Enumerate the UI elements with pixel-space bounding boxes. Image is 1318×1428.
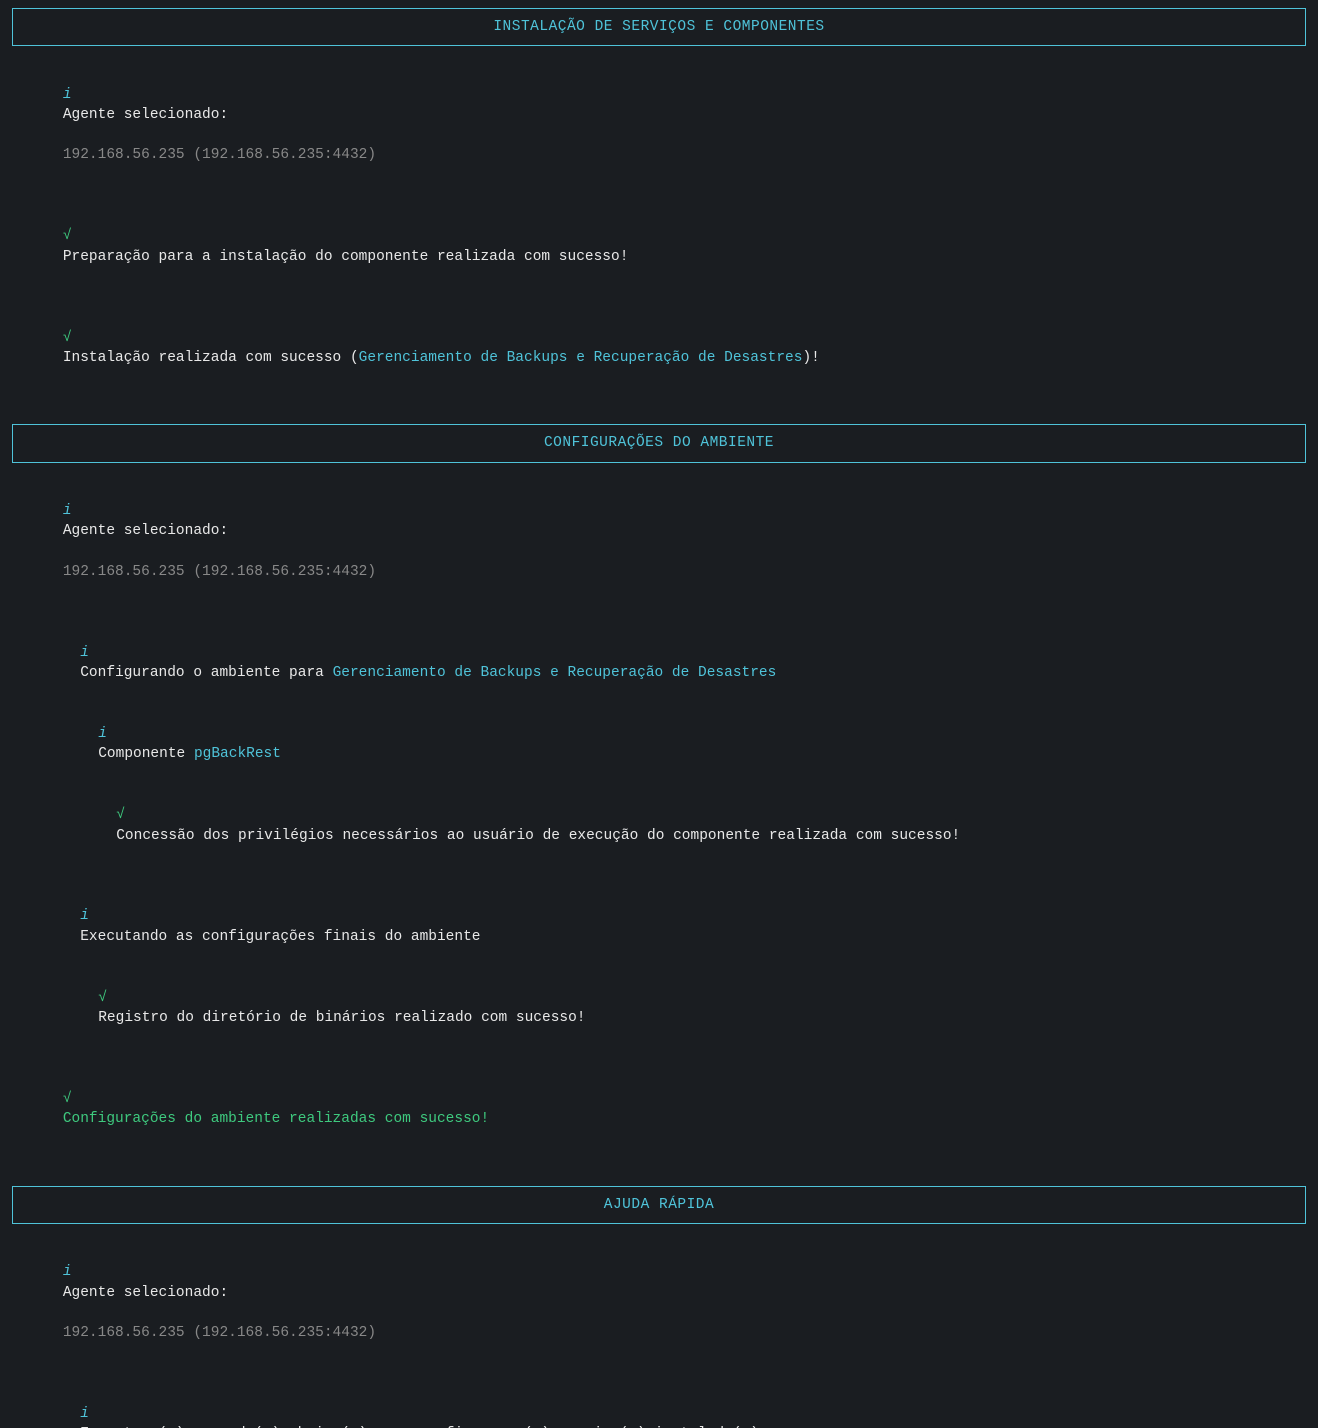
help-content: i Agente selecionado: 192.168.56.235 (19… [0,1232,1318,1428]
registry-success-text: Registro do diretório de binários realiz… [98,1010,585,1026]
info-icon: i [80,1406,89,1422]
execute-group: i Execute o(s) comando(s) abaixo(s) para… [28,1384,1306,1428]
install-success-suffix: )! [802,350,819,366]
section-header-install: INSTALAÇÃO DE SERVIÇOS E COMPONENTES [12,8,1306,46]
agent-label: Agente selecionado: [63,1285,228,1301]
section-title-help: AJUDA RÁPIDA [604,1197,714,1213]
check-icon: √ [63,330,72,346]
agent-value: 192.168.56.235 (192.168.56.235:4432) [63,564,376,580]
section-header-help: AJUDA RÁPIDA [12,1186,1306,1224]
install-success-line: √ Instalação realizada com sucesso (Gere… [28,307,1306,388]
config-success-text: Configurações do ambiente realizadas com… [63,1111,489,1127]
configuring-line: i Configurando o ambiente para Gerenciam… [28,623,1306,704]
agent-label: Agente selecionado: [63,107,228,123]
config-content: i Agente selecionado: 192.168.56.235 (19… [0,471,1318,1178]
config-success-line: √ Configurações do ambiente realizadas c… [28,1068,1306,1149]
registry-line: √ Registro do diretório de binários real… [28,967,1306,1048]
configuring-component: Gerenciamento de Backups e Recuperação d… [333,665,777,681]
install-component-name: Gerenciamento de Backups e Recuperação d… [359,350,803,366]
agent-line: i Agente selecionado: 192.168.56.235 (19… [28,1242,1306,1364]
executing-final-text: Executando as configurações finais do am… [80,929,480,945]
check-icon: √ [98,990,107,1006]
privilege-success-text: Concessão dos privilégios necessários ao… [116,828,960,844]
check-icon: √ [116,807,125,823]
agent-line: i Agente selecionado: 192.168.56.235 (19… [28,64,1306,186]
info-icon: i [63,503,72,519]
agent-line: i Agente selecionado: 192.168.56.235 (19… [28,481,1306,603]
configuring-group: i Configurando o ambiente para Gerenciam… [28,623,1306,867]
section-header-config: CONFIGURAÇÕES DO AMBIENTE [12,424,1306,462]
privilege-line: √ Concessão dos privilégios necessários … [28,785,1306,866]
section-title-config: CONFIGURAÇÕES DO AMBIENTE [544,435,774,451]
info-icon: i [80,645,89,661]
component-name: pgBackRest [194,746,281,762]
prep-success-line: √ Preparação para a instalação do compon… [28,206,1306,287]
agent-value: 192.168.56.235 (192.168.56.235:4432) [63,1325,376,1341]
executing-line: i Executando as configurações finais do … [28,886,1306,967]
execute-instruction-text: Execute o(s) comando(s) abaixo(s) para c… [80,1426,767,1428]
section-title-install: INSTALAÇÃO DE SERVIÇOS E COMPONENTES [493,19,824,35]
agent-value: 192.168.56.235 (192.168.56.235:4432) [63,147,376,163]
component-line: i Componente pgBackRest [28,704,1306,785]
configuring-prefix: Configurando o ambiente para [80,665,332,681]
component-label: Componente [98,746,194,762]
info-icon: i [98,726,107,742]
check-icon: √ [63,1091,72,1107]
check-icon: √ [63,228,72,244]
execute-line: i Execute o(s) comando(s) abaixo(s) para… [28,1384,1306,1428]
info-icon: i [63,87,72,103]
prep-success-text: Preparação para a instalação do componen… [63,249,629,265]
agent-label: Agente selecionado: [63,523,228,539]
executing-group: i Executando as configurações finais do … [28,886,1306,1048]
install-success-prefix: Instalação realizada com sucesso ( [63,350,359,366]
info-icon: i [63,1264,72,1280]
info-icon: i [80,908,89,924]
install-content: i Agente selecionado: 192.168.56.235 (19… [0,54,1318,416]
